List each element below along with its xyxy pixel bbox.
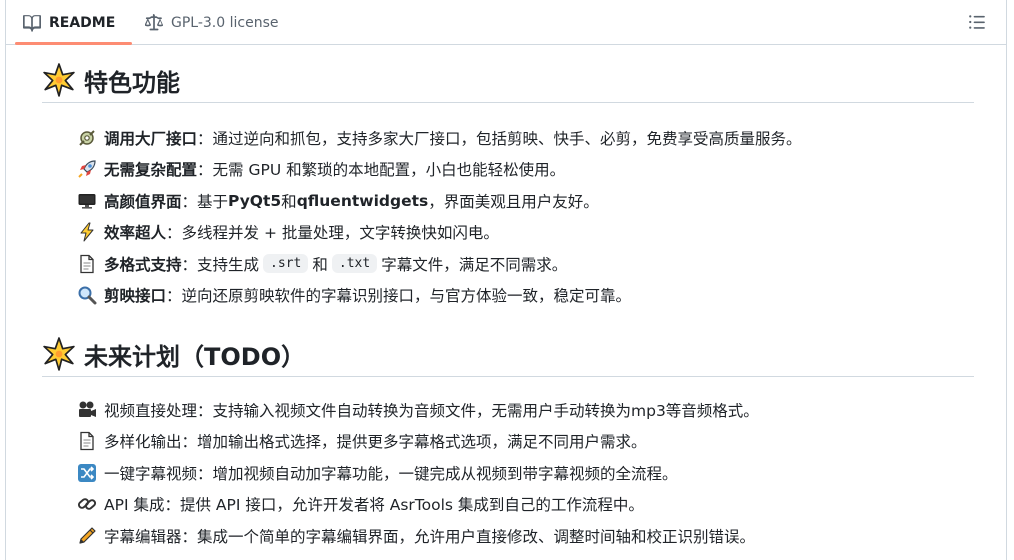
scale-icon — [145, 13, 163, 32]
list-item: 剪映接口：逆向还原剪映软件的字幕识别接口，与官方体验一致，稳定可靠。 — [76, 280, 802, 312]
table-of-contents-button[interactable] — [963, 8, 991, 36]
book-icon — [23, 14, 41, 32]
todo-text: 一键字幕视频：增加视频自动加字幕功能，一键完成从视频到带字幕视频的全流程。 — [104, 464, 678, 483]
sparkle-icon — [42, 63, 76, 97]
todo-text: 字幕编辑器：集成一个简单的字幕编辑界面，允许用户直接修改、调整时间轴和校正识别错… — [104, 527, 756, 546]
feature-text: 无需 GPU 和繁琐的本地配置，小白也能轻松使用。 — [212, 161, 566, 180]
code-txt: .txt — [331, 254, 378, 274]
link-icon — [76, 493, 98, 515]
list-item: API 集成：提供 API 接口，允许开发者将 AsrTools 集成到自己的工… — [76, 489, 759, 521]
todo-text: 视频直接处理：支持输入视频文件自动转换为音频文件，无需用户手动转换为mp3等音频… — [104, 401, 759, 420]
feature-title: 无需复杂配置 — [104, 161, 198, 180]
code-srt: .srt — [263, 254, 309, 274]
todo-heading-text: 未来计划（TODO） — [84, 342, 306, 371]
document-icon — [76, 253, 98, 275]
rocket-icon — [76, 158, 98, 180]
magnifier-icon — [76, 284, 98, 306]
tab-readme-label: README — [49, 14, 116, 31]
list-item: 字幕编辑器：集成一个简单的字幕编辑界面，允许用户直接修改、调整时间轴和校正识别错… — [76, 520, 759, 552]
gear-plug-icon — [76, 127, 98, 149]
list-item: 无需复杂配置：无需 GPU 和繁琐的本地配置，小白也能轻松使用。 — [76, 154, 802, 186]
list-item: 一键字幕视频：增加视频自动加字幕功能，一键完成从视频到带字幕视频的全流程。 — [76, 457, 759, 489]
feature-title: 效率超人 — [104, 224, 167, 243]
list-item: 多格式支持：支持生成 .srt 和 .txt 字幕文件，满足不同需求。 — [76, 248, 802, 280]
list-item: 视频直接处理：支持输入视频文件自动转换为音频文件，无需用户手动转换为mp3等音频… — [76, 394, 759, 426]
lightning-icon — [76, 221, 98, 243]
tab-license-label: GPL-3.0 license — [171, 14, 279, 31]
todo-text: API 集成：提供 API 接口，允许开发者将 AsrTools 集成到自己的工… — [104, 496, 644, 515]
feature-text: 多线程并发 + 批量处理，文字转换快如闪电。 — [181, 224, 499, 243]
film-camera-icon — [76, 399, 98, 421]
pencil-icon — [76, 525, 98, 547]
monitor-icon — [76, 190, 98, 212]
todo-heading: 未来计划（TODO） — [42, 336, 974, 377]
feature-text: 逆向还原剪映软件的字幕识别接口，与官方体验一致，稳定可靠。 — [181, 287, 632, 306]
tab-readme[interactable]: README — [21, 0, 123, 45]
list-unordered-icon — [968, 13, 986, 31]
todo-text: 多样化输出：增加输出格式选择，提供更多字幕格式选项，满足不同用户需求。 — [104, 433, 647, 452]
sparkle-icon — [42, 337, 76, 371]
features-heading-text: 特色功能 — [84, 68, 180, 97]
feature-title: 多格式支持 — [104, 255, 182, 274]
readme-tab-bar: README GPL-3.0 license — [5, 0, 1007, 45]
list-item: 高颜值界面：基于 PyQt5 和 qfluentwidgets ，界面美观且用户友… — [76, 185, 802, 217]
features-heading: 特色功能 — [42, 62, 974, 103]
shuffle-icon — [76, 462, 98, 484]
list-item: 调用大厂接口：通过逆向和抓包，支持多家大厂接口，包括剪映、快手、必剪，免费享受高… — [76, 122, 802, 154]
active-tab-indicator — [15, 42, 132, 45]
feature-title: 高颜值界面 — [104, 192, 182, 211]
features-list: 调用大厂接口：通过逆向和抓包，支持多家大厂接口，包括剪映、快手、必剪，免费享受高… — [76, 122, 802, 311]
document-icon — [76, 430, 98, 452]
list-item: 多样化输出：增加输出格式选择，提供更多字幕格式选项，满足不同用户需求。 — [76, 426, 759, 458]
todo-list: 视频直接处理：支持输入视频文件自动转换为音频文件，无需用户手动转换为mp3等音频… — [76, 394, 759, 552]
feature-title: 剪映接口 — [104, 287, 167, 306]
list-item: 效率超人：多线程并发 + 批量处理，文字转换快如闪电。 — [76, 217, 802, 249]
tab-license[interactable]: GPL-3.0 license — [145, 0, 278, 45]
feature-title: 调用大厂接口 — [104, 129, 198, 148]
feature-text: 通过逆向和抓包，支持多家大厂接口，包括剪映、快手、必剪，免费享受高质量服务。 — [212, 129, 802, 148]
